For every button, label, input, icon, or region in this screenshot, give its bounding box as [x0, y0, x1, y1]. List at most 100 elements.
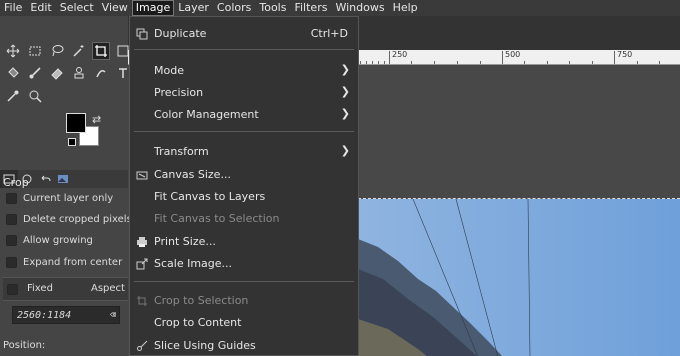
crop-icon: [95, 45, 107, 57]
menu-view[interactable]: View: [98, 0, 132, 16]
menu-item-color-management[interactable]: Color Management ❯: [130, 104, 358, 125]
lasso-icon: [52, 45, 64, 57]
swap-colors-icon[interactable]: ⇄: [92, 113, 101, 126]
menu-item-label: Crop to Content: [154, 316, 242, 329]
menubar: File Edit Select View Image Layer Colors…: [0, 0, 680, 16]
menu-item-label: Mode: [154, 64, 184, 77]
image-menu-dropdown: Duplicate Ctrl+D Mode ❯ Precision ❯ Colo…: [129, 16, 359, 356]
current-layer-only-label: Current layer only: [23, 193, 114, 204]
menu-separator: [134, 49, 354, 50]
images-icon: [58, 175, 68, 183]
brush-icon: [29, 67, 41, 79]
canvas-size-icon: [136, 171, 148, 180]
menu-item-label: Fit Canvas to Selection: [154, 212, 280, 225]
fixed-aspect-row: Fixed Aspect ra: [3, 277, 138, 301]
menu-item-slice-using-guides[interactable]: Slice Using Guides: [130, 335, 358, 356]
current-layer-only-checkbox[interactable]: [6, 193, 17, 204]
menu-file[interactable]: File: [0, 0, 26, 16]
menu-item-label: Scale Image...: [154, 257, 233, 270]
smudge-icon: [96, 70, 106, 78]
menu-tools[interactable]: Tools: [255, 0, 290, 16]
menu-filters[interactable]: Filters: [290, 0, 331, 16]
fixed-checkbox[interactable]: [7, 284, 18, 295]
reset-colors-icon[interactable]: [68, 138, 76, 146]
menu-item-label: Fit Canvas to Layers: [154, 190, 266, 203]
bucket-icon: [8, 67, 19, 78]
rect-select-tool[interactable]: [26, 42, 44, 60]
delete-cropped-pixels-option[interactable]: Delete cropped pixels: [6, 214, 132, 225]
color-picker-tool[interactable]: [4, 87, 22, 105]
move-tool[interactable]: [4, 42, 22, 60]
menu-item-mode[interactable]: Mode ❯: [130, 60, 358, 81]
menu-item-canvas-size[interactable]: Canvas Size...: [130, 164, 358, 185]
fuzzy-select-tool[interactable]: [70, 42, 88, 60]
menu-item-label: Duplicate: [154, 27, 207, 40]
menu-item-fit-canvas-selection: Fit Canvas to Selection: [130, 208, 358, 229]
move-icon: [6, 44, 20, 58]
menu-item-crop-to-content[interactable]: Crop to Content: [130, 312, 358, 333]
clear-icon[interactable]: ⌫: [110, 307, 116, 325]
delete-cropped-pixels-checkbox[interactable]: [6, 214, 17, 225]
ruler-label-500: 500: [505, 50, 521, 59]
crop-icon: [137, 296, 147, 306]
bucket-fill-tool[interactable]: [4, 64, 22, 82]
menu-item-scale-image[interactable]: Scale Image...: [130, 253, 358, 274]
menu-item-duplicate[interactable]: Duplicate Ctrl+D: [130, 23, 358, 44]
menu-select[interactable]: Select: [56, 0, 98, 16]
menu-colors[interactable]: Colors: [213, 0, 255, 16]
submenu-arrow-icon: ❯: [340, 107, 350, 120]
foreground-color-swatch[interactable]: [66, 113, 86, 133]
submenu-arrow-icon: ❯: [340, 85, 350, 98]
aspect-ratio-value: 2560:1184: [17, 310, 72, 321]
ruler-label-250: 250: [392, 50, 408, 59]
menu-item-fit-canvas-layers[interactable]: Fit Canvas to Layers: [130, 186, 358, 207]
zoom-tool[interactable]: [26, 87, 44, 105]
allow-growing-label: Allow growing: [23, 235, 93, 246]
tab-undo-history[interactable]: [36, 170, 54, 188]
allow-growing-checkbox[interactable]: [6, 235, 17, 246]
menu-separator: [134, 131, 354, 132]
expand-from-center-label: Expand from center: [23, 257, 123, 268]
landscape-photo: [358, 199, 680, 356]
clone-stamp-icon: [74, 67, 84, 79]
allow-growing-option[interactable]: Allow growing: [6, 235, 93, 246]
transform-icon: [117, 45, 129, 57]
tool-options-title: Crop: [3, 176, 29, 189]
ruler-label-750: 750: [617, 50, 633, 59]
menu-item-label: Transform: [154, 145, 209, 158]
smudge-tool[interactable]: [92, 64, 110, 82]
menu-separator: [134, 281, 354, 282]
menu-item-precision[interactable]: Precision ❯: [130, 82, 358, 103]
menu-item-label: Precision: [154, 86, 204, 99]
menu-item-label: Slice Using Guides: [154, 339, 256, 352]
duplicate-icon: [136, 28, 148, 40]
position-label: Position:: [3, 340, 46, 351]
expand-from-center-option[interactable]: Expand from center: [6, 257, 122, 268]
aspect-ratio-input[interactable]: 2560:1184 ⌫: [12, 306, 120, 324]
menu-item-label: Color Management: [154, 108, 259, 121]
current-layer-only-option[interactable]: Current layer only: [6, 193, 113, 204]
magnifier-icon: [29, 90, 42, 103]
delete-cropped-pixels-label: Delete cropped pixels: [23, 214, 132, 225]
lasso-tool[interactable]: [48, 42, 66, 60]
menu-image[interactable]: Image: [131, 0, 175, 16]
crop-tool[interactable]: [92, 42, 110, 60]
menu-edit[interactable]: Edit: [26, 0, 55, 16]
undo-history-icon: [41, 175, 51, 182]
menu-item-print-size[interactable]: Print Size...: [130, 231, 358, 252]
clone-tool[interactable]: [70, 64, 88, 82]
menu-help[interactable]: Help: [389, 0, 422, 16]
fixed-label: Fixed: [27, 283, 53, 294]
menu-item-crop-to-selection: Crop to Selection: [130, 290, 358, 311]
image-canvas[interactable]: [358, 198, 680, 356]
expand-from-center-checkbox[interactable]: [6, 257, 17, 268]
menu-windows[interactable]: Windows: [331, 0, 388, 16]
eraser-tool[interactable]: [48, 64, 66, 82]
menu-item-transform[interactable]: Transform ❯: [130, 141, 358, 162]
submenu-arrow-icon: ❯: [340, 144, 350, 157]
menu-item-shortcut: Ctrl+D: [310, 27, 348, 40]
menu-item-label: Crop to Selection: [154, 294, 249, 307]
menu-layer[interactable]: Layer: [174, 0, 213, 16]
tab-images[interactable]: [54, 170, 72, 188]
paintbrush-tool[interactable]: [26, 64, 44, 82]
